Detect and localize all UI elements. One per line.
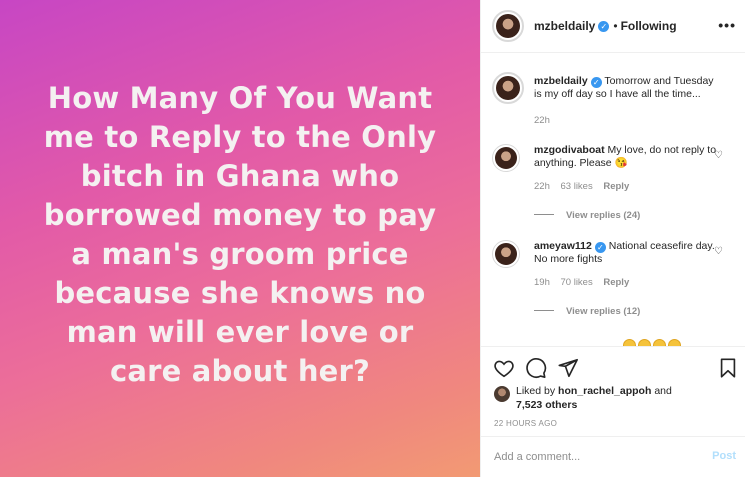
comments-list[interactable]: mzbeldaily ✓ Tomorrow and Tuesday is my o…	[481, 54, 745, 346]
post-header: mzbeldaily ✓ • Following •••	[481, 0, 745, 53]
emoji-face-icon	[623, 339, 636, 346]
post-side-panel: mzbeldaily ✓ • Following ••• mzbeldaily ✓…	[480, 0, 745, 477]
add-comment-bar: Post	[481, 436, 745, 477]
likes-count[interactable]: 7,523 others	[516, 399, 577, 411]
commenter-avatar[interactable]	[492, 240, 520, 268]
post-timestamp[interactable]: 22 HOURS AGO	[494, 419, 557, 428]
comment-bubble-icon[interactable]	[525, 357, 547, 379]
share-paper-plane-icon[interactable]	[557, 357, 579, 379]
comment-time: 22h	[534, 181, 550, 192]
view-replies-label: View replies (12)	[566, 306, 641, 317]
liker-username[interactable]: hon_rachel_appoh	[558, 385, 651, 397]
commenter-avatar[interactable]	[492, 144, 520, 172]
like-comment-heart-icon[interactable]: ♡	[714, 246, 723, 257]
comment-likes[interactable]: 63 likes	[561, 181, 593, 192]
liked-by-and: and	[654, 385, 672, 397]
author-username[interactable]: mzbeldaily	[534, 19, 595, 33]
verified-badge-icon: ✓	[598, 20, 610, 32]
liked-by-prefix: Liked by	[516, 385, 556, 397]
following-button[interactable]: Following	[621, 19, 677, 33]
view-replies-label: View replies (24)	[566, 210, 641, 221]
like-heart-icon[interactable]	[493, 357, 515, 379]
post-text: How Many Of You Want me to Reply to the …	[43, 80, 437, 388]
post-actions: Liked by hon_rachel_appoh and 7,523 othe…	[481, 346, 745, 436]
caption-time: 22h	[534, 115, 550, 126]
comment-username[interactable]: mzgodivaboat	[534, 144, 605, 156]
add-comment-input[interactable]	[494, 451, 694, 463]
divider-line	[534, 214, 554, 215]
comment-body: mzgodivaboat My love, do not reply to an…	[534, 144, 724, 193]
comment-meta: 19h 70 likes Reply	[534, 276, 724, 289]
emoji-face-icon	[638, 339, 651, 346]
emoji-face-icon	[653, 339, 666, 346]
liked-by-text: Liked by hon_rachel_appoh and 7,523 othe…	[516, 384, 696, 412]
verified-badge-icon: ✓	[590, 77, 602, 88]
view-replies-button[interactable]: View replies (24)	[534, 210, 640, 221]
post-image[interactable]: How Many Of You Want me to Reply to the …	[0, 0, 480, 477]
liker-avatar[interactable]	[494, 386, 510, 402]
liked-by-row: Liked by hon_rachel_appoh and 7,523 othe…	[494, 384, 696, 412]
save-bookmark-icon[interactable]	[717, 357, 739, 379]
separator-dot: •	[613, 19, 618, 33]
caption-avatar[interactable]	[492, 72, 524, 104]
like-comment-heart-icon[interactable]: ♡	[714, 150, 723, 161]
view-replies-button[interactable]: View replies (12)	[534, 306, 640, 317]
post-comment-button[interactable]: Post	[712, 450, 736, 462]
comment-likes[interactable]: 70 likes	[561, 277, 593, 288]
reply-button[interactable]: Reply	[603, 181, 629, 192]
caption-username[interactable]: mzbeldaily	[534, 75, 588, 87]
author-avatar[interactable]	[492, 10, 524, 42]
partial-comment-emojis	[623, 339, 683, 346]
comment-meta: 22h 63 likes Reply	[534, 180, 724, 193]
comment-time: 19h	[534, 277, 550, 288]
comment-username[interactable]: ameyaw112	[534, 240, 592, 252]
emoji-face-icon	[668, 339, 681, 346]
comment-body: ameyaw112 ✓ National ceasefire day. No mo…	[534, 240, 724, 289]
caption-meta: 22h	[534, 114, 724, 127]
reply-button[interactable]: Reply	[603, 277, 629, 288]
more-options-icon[interactable]: •••	[718, 17, 736, 33]
verified-badge-icon: ✓	[594, 242, 606, 253]
caption-body: mzbeldaily ✓ Tomorrow and Tuesday is my o…	[534, 75, 724, 127]
divider-line	[534, 310, 554, 311]
